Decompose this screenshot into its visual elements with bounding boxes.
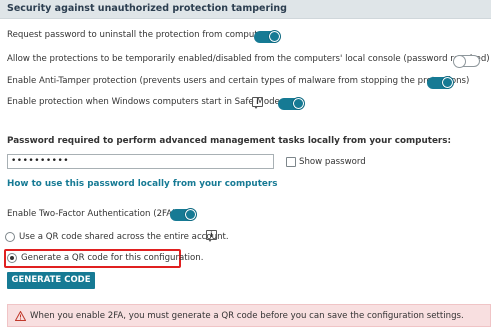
radio-shared-qr[interactable]: [5, 232, 15, 242]
two-factor-label: Enable Two-Factor Authentication (2FA): [7, 209, 176, 219]
toggle-knob: [453, 55, 466, 68]
radio-shared-qr-label[interactable]: Use a QR code shared across the entire a…: [19, 232, 229, 242]
toggle-knob: [441, 76, 454, 89]
toggle-local-console[interactable]: [453, 55, 480, 68]
option-label-anti-tamper: Enable Anti-Tamper protection (prevents …: [7, 76, 470, 86]
warning-banner: When you enable 2FA, you must generate a…: [7, 304, 491, 327]
toggle-uninstall-password[interactable]: [254, 30, 281, 43]
option-label-local-console: Allow the protections to be temporarily …: [7, 54, 490, 64]
section-header: Security against unauthorized protection…: [0, 0, 491, 19]
toggle-knob: [184, 208, 197, 221]
show-password-label[interactable]: Show password: [299, 157, 366, 167]
toggle-two-factor[interactable]: [170, 208, 197, 221]
warning-icon: [15, 311, 26, 321]
show-password-checkbox[interactable]: [286, 157, 296, 167]
radio-config-qr-label[interactable]: Generate a QR code for this configuratio…: [21, 253, 204, 263]
toggle-anti-tamper[interactable]: [427, 76, 454, 89]
option-label-safe-mode: Enable protection when Windows computers…: [7, 97, 280, 107]
password-input[interactable]: ••••••••••: [7, 154, 274, 169]
radio-config-qr[interactable]: [7, 253, 17, 263]
warning-text: When you enable 2FA, you must generate a…: [30, 311, 464, 321]
password-label: Password required to perform advanced ma…: [7, 136, 452, 146]
info-icon[interactable]: i: [206, 230, 217, 242]
how-to-use-password-link[interactable]: How to use this password locally from yo…: [7, 179, 277, 189]
toggle-knob: [292, 97, 305, 110]
toggle-safe-mode[interactable]: [278, 97, 305, 110]
toggle-knob: [268, 30, 281, 43]
option-label-uninstall-password: Request password to uninstall the protec…: [7, 30, 271, 40]
info-icon[interactable]: i: [252, 97, 263, 109]
generate-code-button[interactable]: GENERATE CODE: [7, 272, 95, 289]
section-title: Security against unauthorized protection…: [7, 3, 287, 14]
